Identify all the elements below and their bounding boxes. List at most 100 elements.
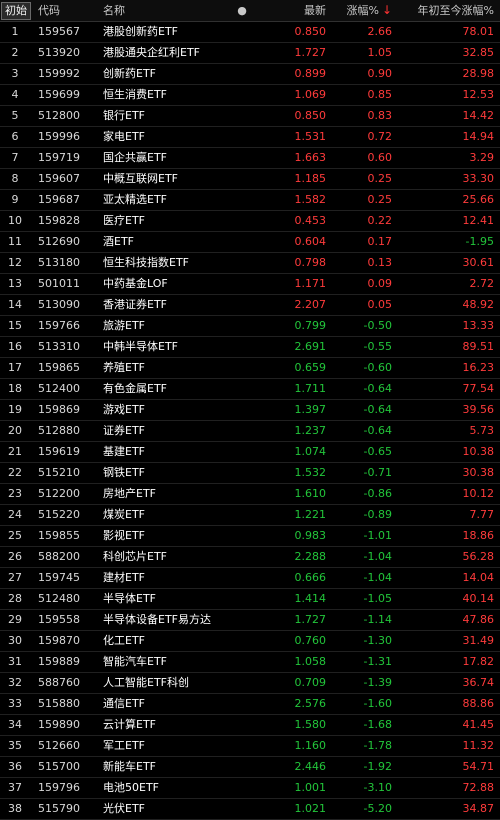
table-row[interactable]: 17 159865 养殖ETF 0.659 -0.60 16.23 <box>0 358 500 379</box>
row-change: -1.68 <box>363 718 392 731</box>
row-price: 1.531 <box>294 130 327 143</box>
row-code: 515880 <box>38 697 80 710</box>
column-header-name[interactable]: 名称 <box>103 0 253 21</box>
table-row[interactable]: 14 513090 香港证券ETF 2.207 0.05 48.92 <box>0 295 500 316</box>
table-row[interactable]: 10 159828 医疗ETF 0.453 0.22 12.41 <box>0 211 500 232</box>
reset-sort-button[interactable]: 初始 <box>1 2 31 20</box>
row-index: 28 <box>8 592 22 605</box>
table-row[interactable]: 37 159796 电池50ETF 1.001 -3.10 72.88 <box>0 778 500 799</box>
row-index: 29 <box>8 613 22 626</box>
row-index: 3 <box>11 67 19 80</box>
row-price: 0.760 <box>294 634 327 647</box>
row-change: -1.60 <box>363 697 392 710</box>
row-change: 0.90 <box>367 67 393 80</box>
table-row[interactable]: 35 512660 军工ETF 1.160 -1.78 11.32 <box>0 736 500 757</box>
row-price: 0.899 <box>294 67 327 80</box>
table-row[interactable]: 8 159607 中概互联网ETF 1.185 0.25 33.30 <box>0 169 500 190</box>
table-row[interactable]: 28 512480 半导体ETF 1.414 -1.05 40.14 <box>0 589 500 610</box>
row-index: 4 <box>11 88 19 101</box>
row-ytd: 56.28 <box>462 550 495 563</box>
table-row[interactable]: 38 515790 光伏ETF 1.021 -5.20 34.87 <box>0 799 500 820</box>
table-row[interactable]: 1 159567 港股创新药ETF 0.850 2.66 78.01 <box>0 22 500 43</box>
table-row[interactable]: 32 588760 人工智能ETF科创 0.709 -1.39 36.74 <box>0 673 500 694</box>
row-name: 电池50ETF <box>103 781 159 794</box>
table-row[interactable]: 22 515210 钢铁ETF 1.532 -0.71 30.38 <box>0 463 500 484</box>
row-ytd: 47.86 <box>462 613 495 626</box>
row-code: 513090 <box>38 298 80 311</box>
table-row[interactable]: 26 588200 科创芯片ETF 2.288 -1.04 56.28 <box>0 547 500 568</box>
table-row[interactable]: 15 159766 旅游ETF 0.799 -0.50 13.33 <box>0 316 500 337</box>
table-row[interactable]: 31 159889 智能汽车ETF 1.058 -1.31 17.82 <box>0 652 500 673</box>
table-row[interactable]: 5 512800 银行ETF 0.850 0.83 14.42 <box>0 106 500 127</box>
table-row[interactable]: 16 513310 中韩半导体ETF 2.691 -0.55 89.51 <box>0 337 500 358</box>
row-price: 1.185 <box>294 172 327 185</box>
table-row[interactable]: 19 159869 游戏ETF 1.397 -0.64 39.56 <box>0 400 500 421</box>
row-code: 513920 <box>38 46 80 59</box>
row-ytd: -1.95 <box>465 235 494 248</box>
row-change: -1.05 <box>363 592 392 605</box>
row-name: 光伏ETF <box>103 802 145 815</box>
row-change: 1.05 <box>367 46 393 59</box>
row-index: 13 <box>8 277 22 290</box>
column-header-ytd[interactable]: 年初至今涨幅% <box>406 0 494 21</box>
table-row[interactable]: 11 512690 酒ETF 0.604 0.17 -1.95 <box>0 232 500 253</box>
table-row[interactable]: 20 512880 证券ETF 1.237 -0.64 5.73 <box>0 421 500 442</box>
row-index: 26 <box>8 550 22 563</box>
table-row[interactable]: 3 159992 创新药ETF 0.899 0.90 28.98 <box>0 64 500 85</box>
row-code: 159889 <box>38 655 80 668</box>
table-row[interactable]: 36 515700 新能车ETF 2.446 -1.92 54.71 <box>0 757 500 778</box>
row-price: 2.446 <box>294 760 327 773</box>
row-ytd: 12.41 <box>462 214 495 227</box>
column-header-price[interactable]: 最新 <box>270 0 326 21</box>
table-row[interactable]: 12 513180 恒生科技指数ETF 0.798 0.13 30.61 <box>0 253 500 274</box>
row-index: 17 <box>8 361 22 374</box>
table-row[interactable]: 24 515220 煤炭ETF 1.221 -0.89 7.77 <box>0 505 500 526</box>
column-header-change[interactable]: 涨幅% ↓ <box>336 0 392 21</box>
row-change: -1.92 <box>363 760 392 773</box>
row-index: 22 <box>8 466 22 479</box>
row-index: 1 <box>11 25 19 38</box>
row-code: 512880 <box>38 424 80 437</box>
table-row[interactable]: 34 159890 云计算ETF 1.580 -1.68 41.45 <box>0 715 500 736</box>
table-row[interactable]: 21 159619 基建ETF 1.074 -0.65 10.38 <box>0 442 500 463</box>
row-change: 0.60 <box>367 151 393 164</box>
row-code: 515220 <box>38 508 80 521</box>
row-price: 1.160 <box>294 739 327 752</box>
row-index: 30 <box>8 634 22 647</box>
row-change: -1.30 <box>363 634 392 647</box>
row-code: 515700 <box>38 760 80 773</box>
table-row[interactable]: 27 159745 建材ETF 0.666 -1.04 14.04 <box>0 568 500 589</box>
table-row[interactable]: 2 513920 港股通央企红利ETF 1.727 1.05 32.85 <box>0 43 500 64</box>
row-change: -0.65 <box>363 445 392 458</box>
table-row[interactable]: 6 159996 家电ETF 1.531 0.72 14.94 <box>0 127 500 148</box>
row-change: -1.39 <box>363 676 392 689</box>
row-ytd: 3.29 <box>469 151 495 164</box>
table-row[interactable]: 29 159558 半导体设备ETF易方达 1.727 -1.14 47.86 <box>0 610 500 631</box>
row-price: 1.580 <box>294 718 327 731</box>
row-ytd: 14.42 <box>462 109 495 122</box>
table-row[interactable]: 30 159870 化工ETF 0.760 -1.30 31.49 <box>0 631 500 652</box>
row-price: 2.288 <box>294 550 327 563</box>
row-index: 36 <box>8 760 22 773</box>
row-index: 16 <box>8 340 22 353</box>
row-price: 1.069 <box>294 88 327 101</box>
table-row[interactable]: 13 501011 中药基金LOF 1.171 0.09 2.72 <box>0 274 500 295</box>
row-change: -0.55 <box>363 340 392 353</box>
table-row[interactable]: 18 512400 有色金属ETF 1.711 -0.64 77.54 <box>0 379 500 400</box>
row-name: 中概互联网ETF <box>103 172 178 185</box>
table-row[interactable]: 25 159855 影视ETF 0.983 -1.01 18.86 <box>0 526 500 547</box>
table-row[interactable]: 7 159719 国企共赢ETF 1.663 0.60 3.29 <box>0 148 500 169</box>
row-price: 0.850 <box>294 25 327 38</box>
row-name: 亚太精选ETF <box>103 193 167 206</box>
table-row[interactable]: 23 512200 房地产ETF 1.610 -0.86 10.12 <box>0 484 500 505</box>
row-ytd: 17.82 <box>462 655 495 668</box>
table-row[interactable]: 33 515880 通信ETF 2.576 -1.60 88.86 <box>0 694 500 715</box>
table-row[interactable]: 9 159687 亚太精选ETF 1.582 0.25 25.66 <box>0 190 500 211</box>
row-name: 半导体设备ETF易方达 <box>103 613 211 626</box>
row-price: 0.659 <box>294 361 327 374</box>
row-index: 9 <box>11 193 19 206</box>
column-header-code[interactable]: 代码 <box>38 0 98 21</box>
table-row[interactable]: 4 159699 恒生消费ETF 1.069 0.85 12.53 <box>0 85 500 106</box>
row-price: 0.850 <box>294 109 327 122</box>
dot-icon[interactable]: ● <box>236 0 248 21</box>
